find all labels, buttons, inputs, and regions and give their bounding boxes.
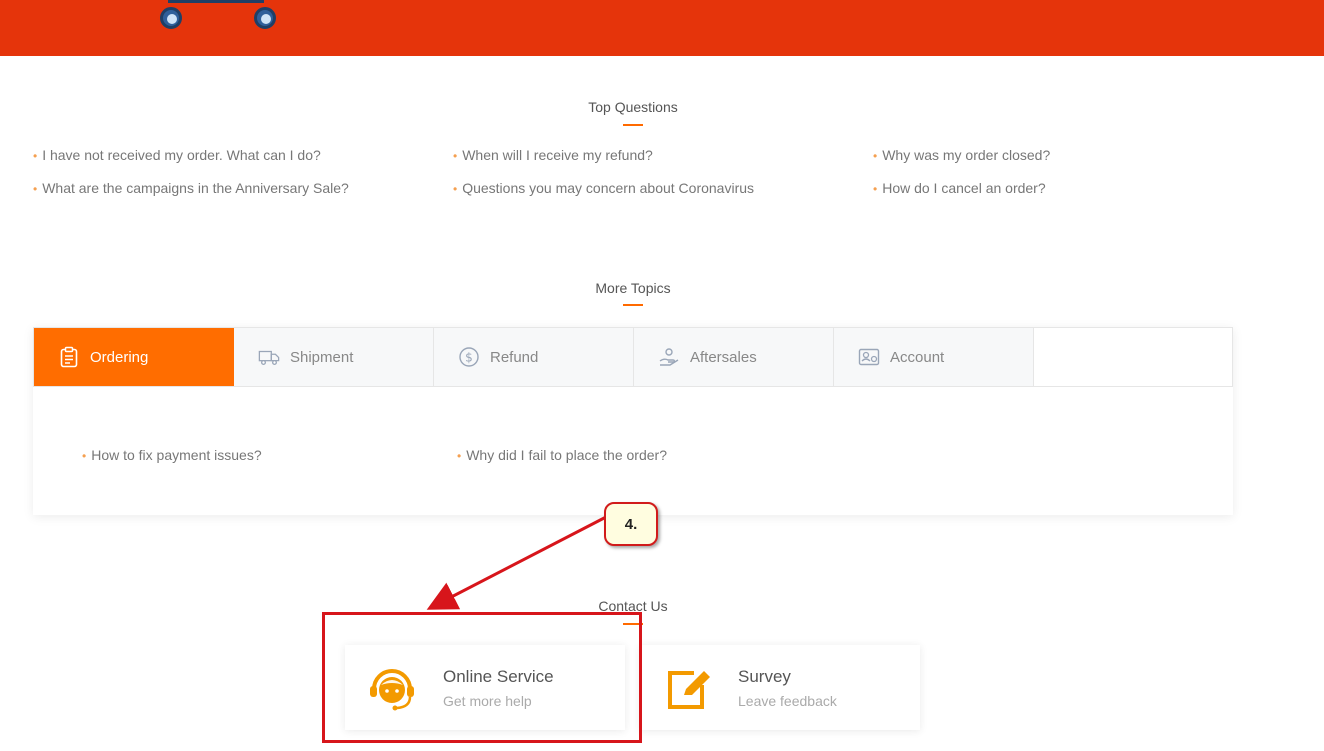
bullet-icon: • [873,149,878,163]
annotation-highlight-box [322,612,642,743]
truck-icon [258,346,280,368]
bullet-icon: • [33,149,38,163]
cart-logo-bar [168,0,264,3]
title-underline [623,304,643,306]
annotation-callout: 4. [604,502,658,546]
topic-question-link[interactable]: • How to fix payment issues? [82,447,262,463]
tab-shipment[interactable]: Shipment [234,328,434,386]
question-link[interactable]: • When will I receive my refund? [453,147,653,163]
question-link[interactable]: • What are the campaigns in the Anniversa… [33,180,349,196]
card-subtitle: Leave feedback [738,693,837,709]
cart-wheel-icon [254,7,276,29]
bullet-icon: • [453,182,458,196]
tab-row-spacer [1034,328,1232,386]
tab-aftersales[interactable]: Aftersales [634,328,834,386]
more-topics-title: More Topics [595,280,671,296]
clipboard-icon [58,346,80,368]
hand-support-icon [658,346,680,368]
bullet-icon: • [82,449,87,463]
top-questions-title: Top Questions [588,99,678,115]
svg-text:$: $ [465,351,473,365]
cart-wheel-icon [160,7,182,29]
card-title: Survey [738,667,791,686]
tab-refund[interactable]: $ Refund [434,328,634,386]
question-link[interactable]: • Questions you may concern about Coronav… [453,180,754,196]
bullet-icon: • [873,182,878,196]
dollar-coin-icon: $ [458,346,480,368]
topics-panel: Ordering Shipment $ Refund Aftersales Ac… [33,327,1233,515]
tab-label: Aftersales [690,348,757,366]
id-card-icon [858,346,880,368]
tab-label: Refund [490,348,539,366]
topic-tabs: Ordering Shipment $ Refund Aftersales Ac… [33,327,1233,387]
tab-ordering[interactable]: Ordering [34,328,234,386]
tab-label: Ordering [90,348,149,366]
edit-icon [662,663,712,713]
title-underline [623,124,643,126]
tab-label: Shipment [290,348,354,366]
tab-account[interactable]: Account [834,328,1034,386]
question-link[interactable]: • How do I cancel an order? [873,180,1046,196]
bullet-icon: • [453,149,458,163]
header-bar [0,0,1324,56]
tab-label: Account [890,348,945,366]
bullet-icon: • [33,182,38,196]
bullet-icon: • [457,449,462,463]
survey-card[interactable]: Survey Leave feedback [640,645,920,730]
topic-question-link[interactable]: • Why did I fail to place the order? [457,447,667,463]
question-link[interactable]: • I have not received my order. What can … [33,147,321,163]
question-link[interactable]: • Why was my order closed? [873,147,1050,163]
